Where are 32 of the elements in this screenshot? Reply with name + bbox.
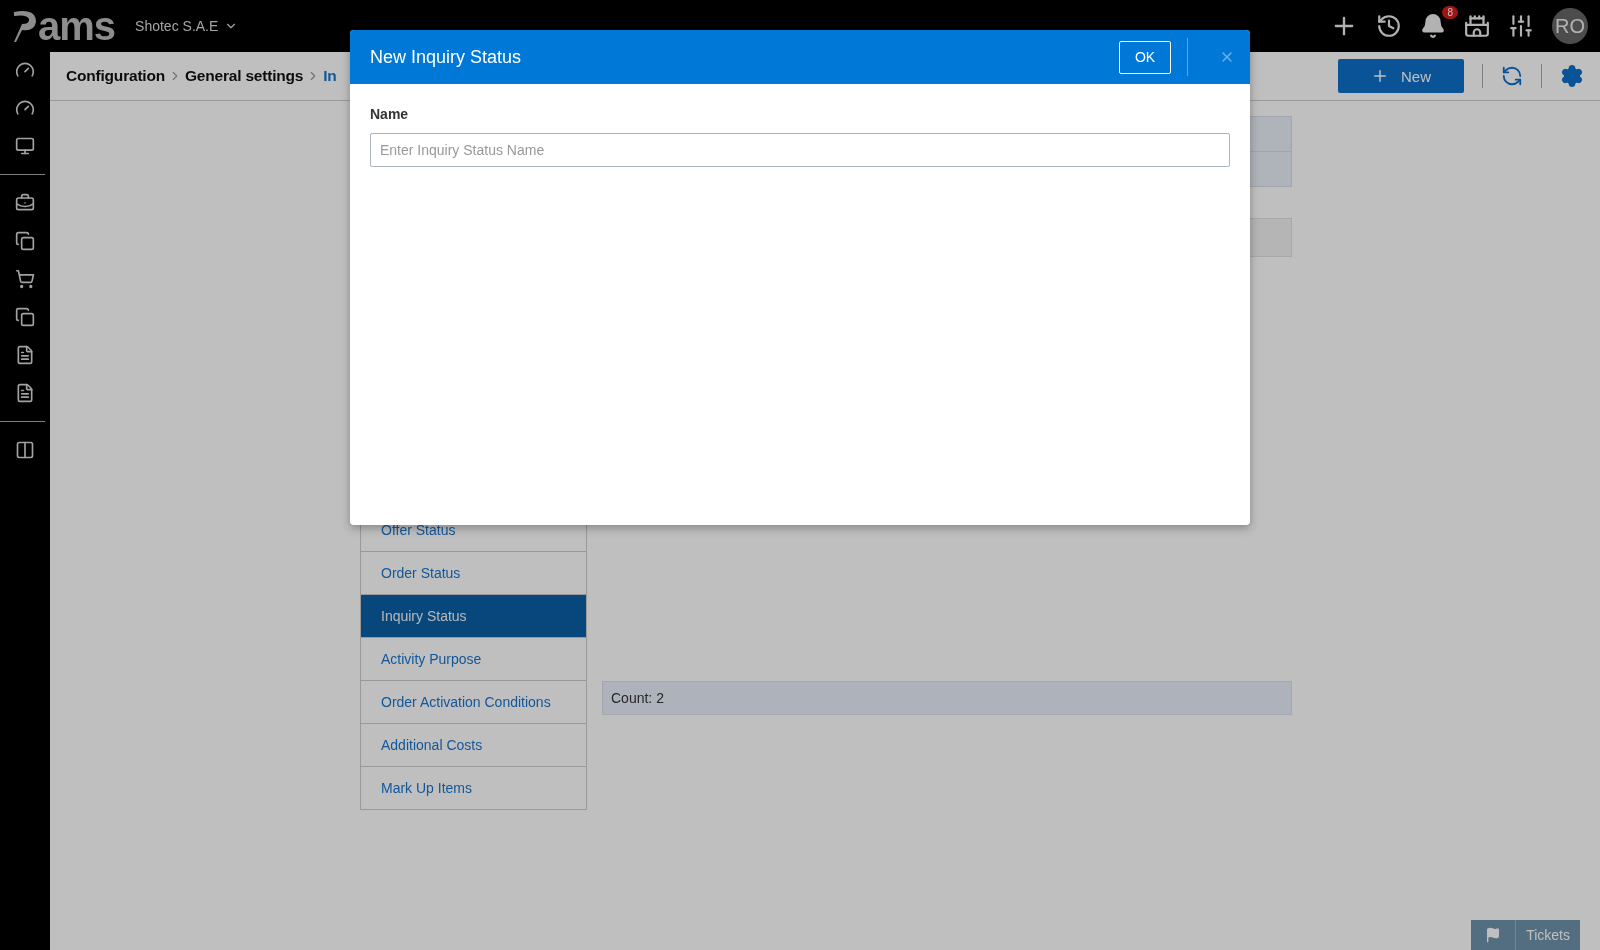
notification-badge: 8 [1442,6,1458,19]
document-icon[interactable] [15,383,35,403]
document-icon[interactable] [15,345,35,365]
plus-icon [1371,67,1389,85]
field-label: Name [370,106,410,122]
flag-icon [1485,927,1502,943]
bell-icon[interactable] [1420,13,1446,39]
count-text: Count: 2 [602,681,1292,715]
squares-icon[interactable] [15,231,35,251]
menu-item[interactable]: Inquiry Status [361,594,586,637]
tickets-button[interactable]: Tickets [1471,920,1580,950]
castle-icon[interactable] [1464,13,1490,39]
briefcase-icon[interactable] [15,193,35,213]
refresh-icon[interactable] [1501,65,1523,87]
gauge-icon[interactable] [15,60,35,80]
ok-button[interactable]: OK [1119,40,1171,74]
breadcrumb-item[interactable]: General settings [185,67,304,85]
new-button[interactable]: New [1338,59,1464,93]
cart-icon[interactable] [15,269,35,289]
user-avatar[interactable]: RO [1552,8,1588,44]
columns-icon[interactable] [15,440,35,460]
dialog-title: New Inquiry Status [370,46,523,68]
company-selector[interactable]: Shotec S.A.E [135,18,239,34]
name-field[interactable]: Enter Inquiry Status Name [370,133,1230,167]
sliders-icon[interactable] [1508,13,1534,39]
monitor-icon[interactable] [15,136,35,156]
history-icon[interactable] [1376,13,1402,39]
gauge-icon[interactable] [15,98,35,118]
breadcrumb-item[interactable]: In [323,67,337,85]
logo: ams [12,6,116,46]
breadcrumb-item[interactable]: Configuration [66,67,165,85]
squares-icon[interactable] [15,307,35,327]
